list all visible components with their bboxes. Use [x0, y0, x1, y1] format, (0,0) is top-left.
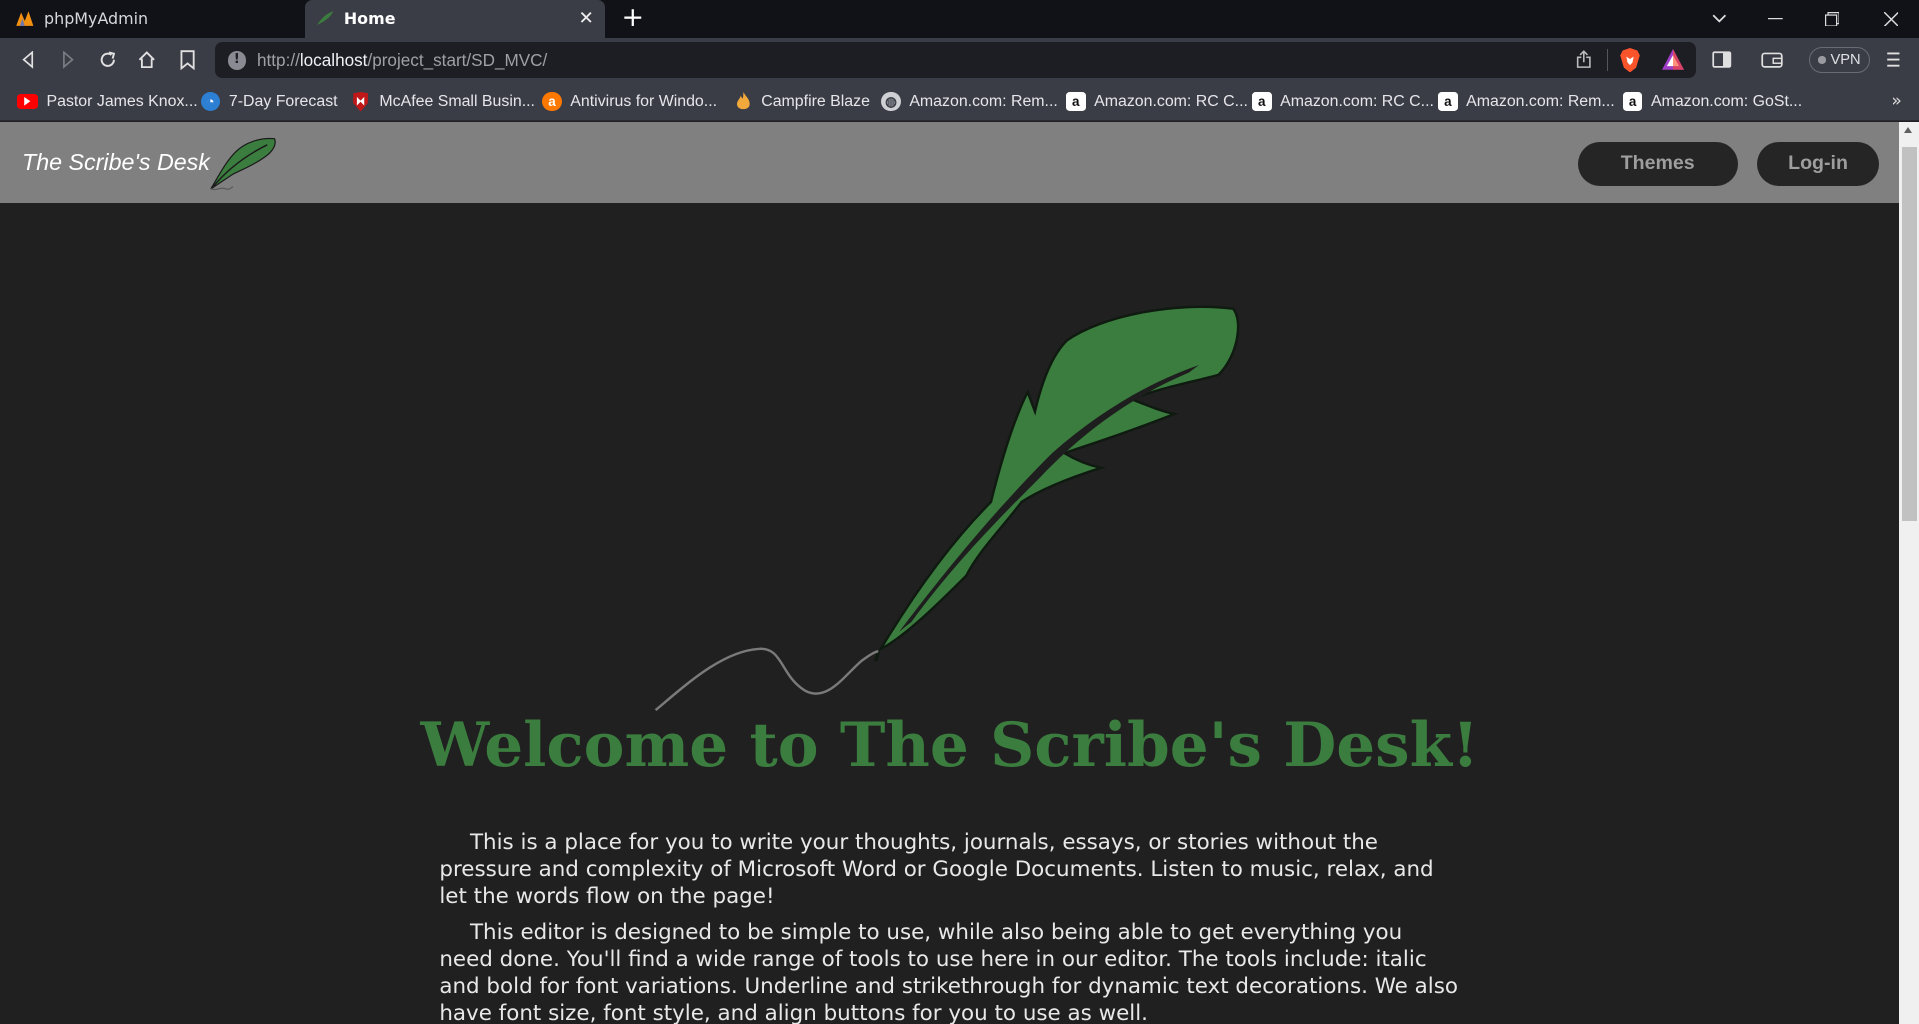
login-button[interactable]: Log-in	[1757, 141, 1879, 186]
amazon-icon: a	[1251, 91, 1272, 112]
bookmarks-bar: Pastor James Knox... ◔ 7-Day Forecast Mc…	[0, 81, 1919, 122]
close-window-button[interactable]	[1863, 0, 1919, 38]
close-tab-icon[interactable]: ✕	[576, 8, 596, 29]
amazon-icon: a	[1622, 91, 1643, 112]
intro-text: This is a place for you to write your th…	[439, 830, 1461, 1024]
bookmark-item[interactable]: McAfee Small Busin...	[351, 91, 535, 113]
bookmark-button[interactable]	[175, 48, 199, 72]
scroll-up-arrow-icon[interactable]	[1904, 127, 1913, 134]
tab-phpmyadmin[interactable]: phpMyAdmin	[0, 0, 304, 38]
themes-button[interactable]: Themes	[1577, 141, 1738, 186]
forward-button[interactable]	[55, 48, 79, 72]
restore-button[interactable]	[1804, 0, 1860, 38]
back-button[interactable]	[16, 48, 40, 72]
share-icon[interactable]	[1574, 50, 1594, 75]
divider	[1606, 48, 1609, 71]
site-info-icon[interactable]: !	[227, 51, 246, 70]
mcafee-icon	[351, 91, 371, 112]
sidebar-toggle-icon[interactable]	[1710, 48, 1734, 72]
minimize-button[interactable]	[1748, 0, 1804, 38]
globe-icon: ◍	[881, 91, 901, 112]
site-header: The Scribe's Desk Themes Log-in	[0, 122, 1900, 204]
weather-icon: ◔	[200, 91, 221, 112]
new-tab-button[interactable]: +	[619, 4, 646, 32]
home-button[interactable]	[135, 48, 159, 72]
tab-label: Home	[343, 9, 396, 29]
bookmark-item[interactable]: Pastor James Knox...	[17, 91, 198, 113]
bookmark-item[interactable]: a Amazon.com: RC C...	[1065, 91, 1248, 113]
hero-quill-icon	[636, 294, 1260, 727]
browser-toolbar: ! http://localhost/project_start/SD_MVC/…	[0, 37, 1919, 82]
reload-button[interactable]	[95, 48, 119, 72]
amazon-icon: a	[1438, 91, 1458, 112]
site-brand[interactable]: The Scribe's Desk	[22, 149, 210, 176]
avast-icon: a	[542, 91, 562, 112]
brave-shields-icon[interactable]	[1619, 47, 1641, 77]
tab-strip: phpMyAdmin Home ✕ +	[0, 0, 1919, 38]
menu-icon[interactable]	[1881, 48, 1905, 72]
welcome-heading: Welcome to The Scribe's Desk!	[420, 709, 1479, 781]
intro-paragraph: This is a place for you to write your th…	[439, 829, 1434, 909]
amazon-icon: a	[1065, 91, 1086, 112]
youtube-icon	[17, 94, 38, 109]
wallet-icon[interactable]	[1760, 48, 1784, 72]
quill-icon	[315, 9, 335, 29]
brave-rewards-icon[interactable]	[1661, 48, 1684, 75]
bookmark-item[interactable]: a Antivirus for Windo...	[542, 91, 717, 113]
bookmark-item[interactable]: ◔ 7-Day Forecast	[200, 91, 338, 113]
flame-icon	[733, 91, 753, 112]
tab-label: phpMyAdmin	[44, 9, 149, 29]
bookmark-item[interactable]: a Amazon.com: GoSt...	[1622, 91, 1802, 113]
bookmark-item[interactable]: a Amazon.com: RC C...	[1251, 91, 1434, 113]
tab-search-chevron-icon[interactable]	[1691, 0, 1747, 38]
bookmark-item[interactable]: Campfire Blaze	[733, 91, 870, 113]
tab-home[interactable]: Home ✕	[304, 0, 605, 38]
bookmark-item[interactable]: ◍ Amazon.com: Rem...	[881, 91, 1058, 113]
bookmark-item[interactable]: a Amazon.com: Rem...	[1438, 91, 1615, 113]
intro-paragraph: This editor is designed to be simple to …	[439, 920, 1458, 1024]
vpn-status-dot	[1818, 56, 1826, 64]
scrollbar-thumb[interactable]	[1901, 146, 1917, 522]
quill-logo-icon	[206, 135, 279, 196]
bookmarks-overflow-button[interactable]: »	[1891, 91, 1901, 111]
address-bar[interactable]: ! http://localhost/project_start/SD_MVC/	[215, 41, 1697, 79]
page-scrollbar[interactable]	[1899, 122, 1919, 1024]
phpmyadmin-icon	[15, 9, 35, 29]
page-content: The Scribe's Desk Themes Log-in Welcome …	[0, 122, 1900, 1024]
vpn-button[interactable]: VPN	[1808, 46, 1871, 74]
url-text[interactable]: http://localhost/project_start/SD_MVC/	[257, 50, 547, 71]
